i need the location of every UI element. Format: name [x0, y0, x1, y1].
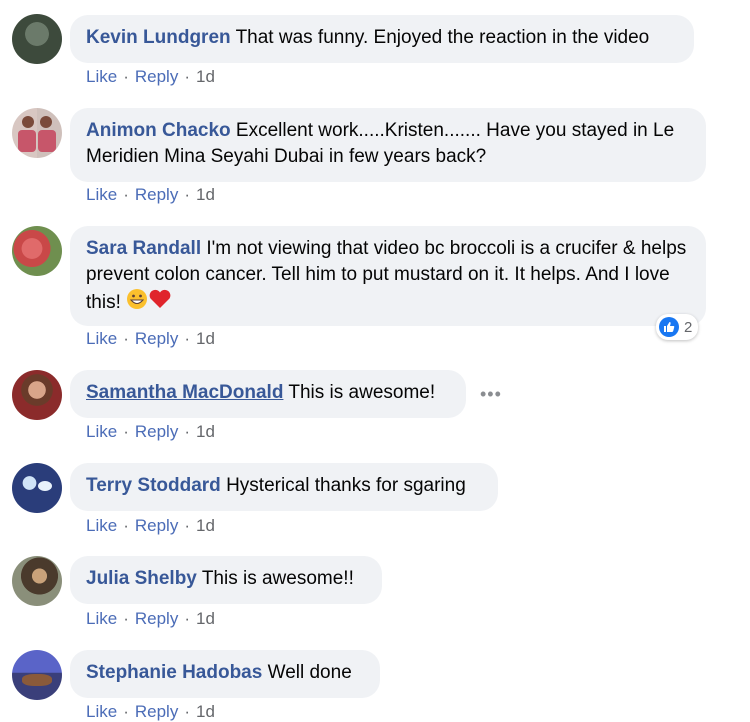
- commenter-name[interactable]: Stephanie Hadobas: [86, 662, 262, 683]
- timestamp[interactable]: 1d: [196, 422, 215, 441]
- comment-actions: Like · Reply · 1d: [86, 67, 215, 86]
- like-link[interactable]: Like: [86, 516, 117, 535]
- like-link[interactable]: Like: [86, 329, 117, 348]
- comment-text: This is awesome!: [288, 382, 436, 403]
- reply-link[interactable]: Reply: [135, 702, 178, 721]
- like-reaction-icon: [659, 317, 679, 337]
- reply-link[interactable]: Reply: [135, 422, 178, 441]
- reply-link[interactable]: Reply: [135, 329, 178, 348]
- like-link[interactable]: Like: [86, 185, 117, 204]
- commenter-name[interactable]: Kevin Lundgren: [86, 27, 231, 48]
- comment-text: That was funny. Enjoyed the reaction in …: [235, 27, 650, 48]
- comment-text: Well done: [267, 662, 352, 683]
- commenter-name[interactable]: Terry Stoddard: [86, 475, 221, 496]
- comment-bubble: Kevin Lundgren That was funny. Enjoyed t…: [70, 15, 694, 63]
- comment-actions: Like · Reply · 1d: [86, 702, 215, 721]
- like-link[interactable]: Like: [86, 422, 117, 441]
- avatar[interactable]: [12, 650, 62, 700]
- commenter-name[interactable]: Julia Shelby: [86, 568, 197, 589]
- timestamp[interactable]: 1d: [196, 67, 215, 86]
- avatar[interactable]: [12, 463, 62, 513]
- comment-actions: Like · Reply · 1d: [86, 185, 215, 204]
- reaction-count-badge[interactable]: 2: [656, 314, 699, 340]
- comment-actions: Like · Reply · 1d: [86, 516, 215, 535]
- reply-link[interactable]: Reply: [135, 516, 178, 535]
- comment-text: This is awesome!!: [201, 568, 354, 589]
- comment-actions: Like · Reply · 1d: [86, 609, 215, 628]
- timestamp[interactable]: 1d: [196, 329, 215, 348]
- comment-bubble: Animon Chacko Excellent work.....Kristen…: [70, 108, 706, 182]
- reaction-count: 2: [684, 318, 693, 336]
- comment-bubble: Julia Shelby This is awesome!!: [70, 556, 382, 604]
- avatar[interactable]: [12, 14, 62, 64]
- comment-actions: Like · Reply · 1d: [86, 329, 215, 348]
- reply-link[interactable]: Reply: [135, 185, 178, 204]
- reply-link[interactable]: Reply: [135, 609, 178, 628]
- comment-actions: Like · Reply · 1d: [86, 422, 215, 441]
- avatar[interactable]: [12, 226, 62, 276]
- comment-bubble: Stephanie Hadobas Well done: [70, 650, 380, 698]
- timestamp[interactable]: 1d: [196, 609, 215, 628]
- like-link[interactable]: Like: [86, 67, 117, 86]
- commenter-name[interactable]: Sara Randall: [86, 238, 201, 259]
- timestamp[interactable]: 1d: [196, 702, 215, 721]
- grinning-emoji-icon: [126, 288, 148, 318]
- reply-link[interactable]: Reply: [135, 67, 178, 86]
- red-heart-icon: [148, 288, 172, 318]
- comment-bubble: Sara Randall I'm not viewing that video …: [70, 226, 706, 326]
- timestamp[interactable]: 1d: [196, 516, 215, 535]
- comment-bubble: Terry Stoddard Hysterical thanks for sga…: [70, 463, 498, 511]
- avatar[interactable]: [12, 556, 62, 606]
- avatar[interactable]: [12, 108, 62, 158]
- commenter-name[interactable]: Animon Chacko: [86, 120, 231, 141]
- like-link[interactable]: Like: [86, 702, 117, 721]
- more-options-icon[interactable]: •••: [480, 384, 502, 405]
- like-link[interactable]: Like: [86, 609, 117, 628]
- comment-bubble: Samantha MacDonald This is awesome!: [70, 370, 466, 418]
- timestamp[interactable]: 1d: [196, 185, 215, 204]
- commenter-name[interactable]: Samantha MacDonald: [86, 382, 283, 403]
- comment-text: Hysterical thanks for sgaring: [226, 475, 466, 496]
- avatar[interactable]: [12, 370, 62, 420]
